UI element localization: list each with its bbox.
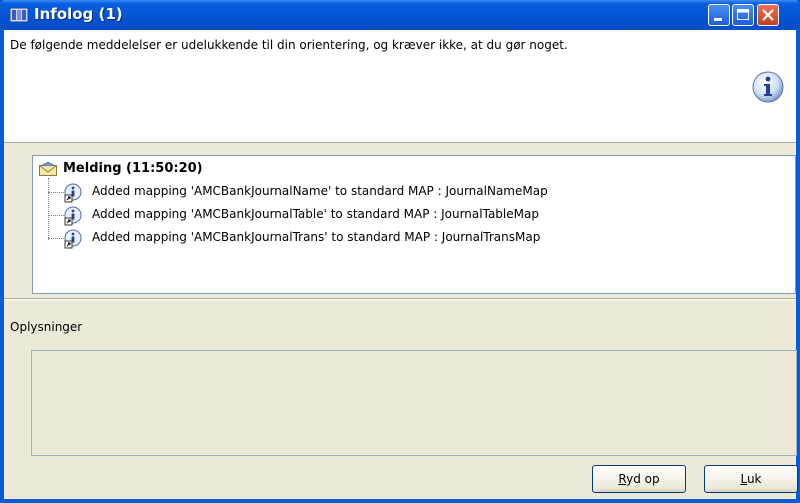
info-link-icon xyxy=(62,206,84,229)
luk-button[interactable]: Luk xyxy=(704,465,798,493)
tree-item-text: Added mapping 'AMCBankJournalName' to st… xyxy=(92,184,548,198)
splitter[interactable] xyxy=(4,298,796,300)
tree-item-text: Added mapping 'AMCBankJournalTable' to s… xyxy=(92,207,539,221)
title-bar[interactable]: Infolog (1) xyxy=(0,0,800,30)
minimize-icon xyxy=(714,18,722,21)
tree-root-label: Melding (11:50:20) xyxy=(63,161,203,176)
tree-connector xyxy=(48,178,49,240)
close-icon xyxy=(762,9,774,21)
ryd-op-button[interactable]: Ryd op xyxy=(592,465,686,493)
info-link-icon xyxy=(62,183,84,206)
header-message: De følgende meddelelser er udelukkende t… xyxy=(10,38,568,52)
window-title: Infolog (1) xyxy=(34,5,123,23)
details-field[interactable] xyxy=(31,350,797,456)
message-header: De følgende meddelelser er udelukkende t… xyxy=(4,30,796,143)
maximize-icon xyxy=(737,9,749,20)
close-button[interactable] xyxy=(757,4,779,26)
details-label: Oplysninger xyxy=(10,320,83,334)
maximize-button[interactable] xyxy=(732,4,754,26)
message-tree[interactable]: Melding (11:50:20) Added mapping 'AMCBan… xyxy=(32,155,796,294)
minimize-button[interactable] xyxy=(708,4,730,26)
envelope-icon xyxy=(39,161,57,179)
info-icon xyxy=(751,70,785,107)
infolog-window-icon xyxy=(9,7,29,23)
infolog-window: Infolog (1) De følgende meddelelser er u… xyxy=(0,0,800,503)
tree-item-text: Added mapping 'AMCBankJournalTrans' to s… xyxy=(92,230,541,244)
info-link-icon xyxy=(62,229,84,252)
